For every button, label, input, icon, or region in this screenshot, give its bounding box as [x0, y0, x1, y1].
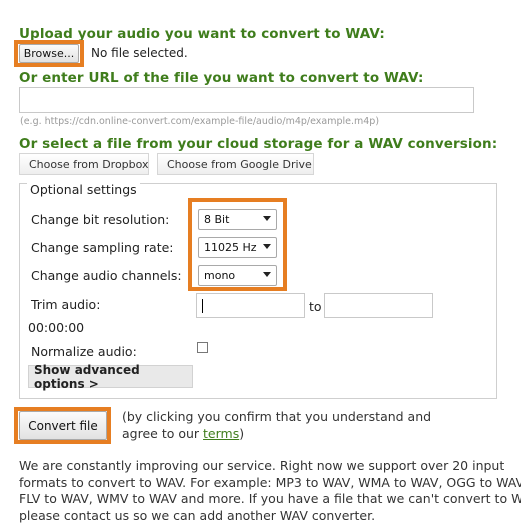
convert-note-suffix: ) [239, 426, 244, 441]
normalize-audio-checkbox[interactable] [197, 342, 208, 353]
file-status: No file selected. [91, 46, 188, 60]
url-heading: Or enter URL of the file you want to con… [19, 70, 423, 86]
dropbox-button[interactable]: Choose from Dropbox [19, 153, 149, 175]
trim-start-input[interactable] [196, 293, 305, 318]
show-advanced-options-button[interactable]: Show advanced options > [28, 365, 193, 388]
sampling-rate-select[interactable]: 11025 Hz [198, 237, 277, 258]
info-line-4: please contact us so we can add another … [19, 508, 521, 524]
audio-channels-select[interactable]: mono [198, 265, 277, 286]
convert-note-agree: agree to our [122, 426, 203, 441]
info-line-3: FLV to WAV, WMV to WAV and more. If you … [19, 491, 521, 508]
text-cursor [202, 299, 203, 313]
convert-file-button[interactable]: Convert file [19, 411, 107, 440]
info-paragraph: We are constantly improving our service.… [19, 458, 521, 524]
audio-channels-label: Change audio channels: [31, 268, 182, 283]
chevron-down-icon [263, 272, 271, 277]
audio-channels-value: mono [204, 269, 235, 282]
dropbox-label: Choose from Dropbox [29, 158, 149, 171]
sampling-rate-label: Change sampling rate: [31, 240, 174, 255]
bit-resolution-select[interactable]: 8 Bit [198, 209, 277, 230]
terms-link[interactable]: terms [203, 426, 239, 441]
bit-resolution-value: 8 Bit [204, 213, 229, 226]
chevron-down-icon [263, 216, 271, 221]
convert-note-line1: (by clicking you confirm that you unders… [122, 409, 431, 424]
optional-settings-legend: Optional settings [27, 182, 140, 197]
bit-resolution-label: Change bit resolution: [31, 212, 169, 227]
cloud-heading: Or select a file from your cloud storage… [19, 136, 497, 152]
trim-to-label: to [309, 299, 322, 314]
info-line-2: formats to convert to WAV. For example: … [19, 475, 521, 492]
url-example: (e.g. https://cdn.online-convert.com/exa… [20, 116, 379, 127]
chevron-down-icon [263, 244, 271, 249]
info-line-1: We are constantly improving our service.… [19, 458, 521, 475]
trim-audio-label: Trim audio: [31, 297, 100, 312]
google-drive-button[interactable]: Choose from Google Drive [157, 153, 314, 175]
trim-end-input[interactable] [324, 293, 433, 318]
google-drive-label: Choose from Google Drive [167, 158, 312, 171]
browse-button[interactable]: Browse... [19, 44, 79, 63]
trim-time-value: 00:00:00 [28, 320, 84, 335]
sampling-rate-value: 11025 Hz [204, 241, 257, 254]
convert-note-line2: agree to our terms) [122, 426, 244, 441]
url-input[interactable] [19, 87, 474, 113]
normalize-audio-label: Normalize audio: [31, 344, 137, 359]
